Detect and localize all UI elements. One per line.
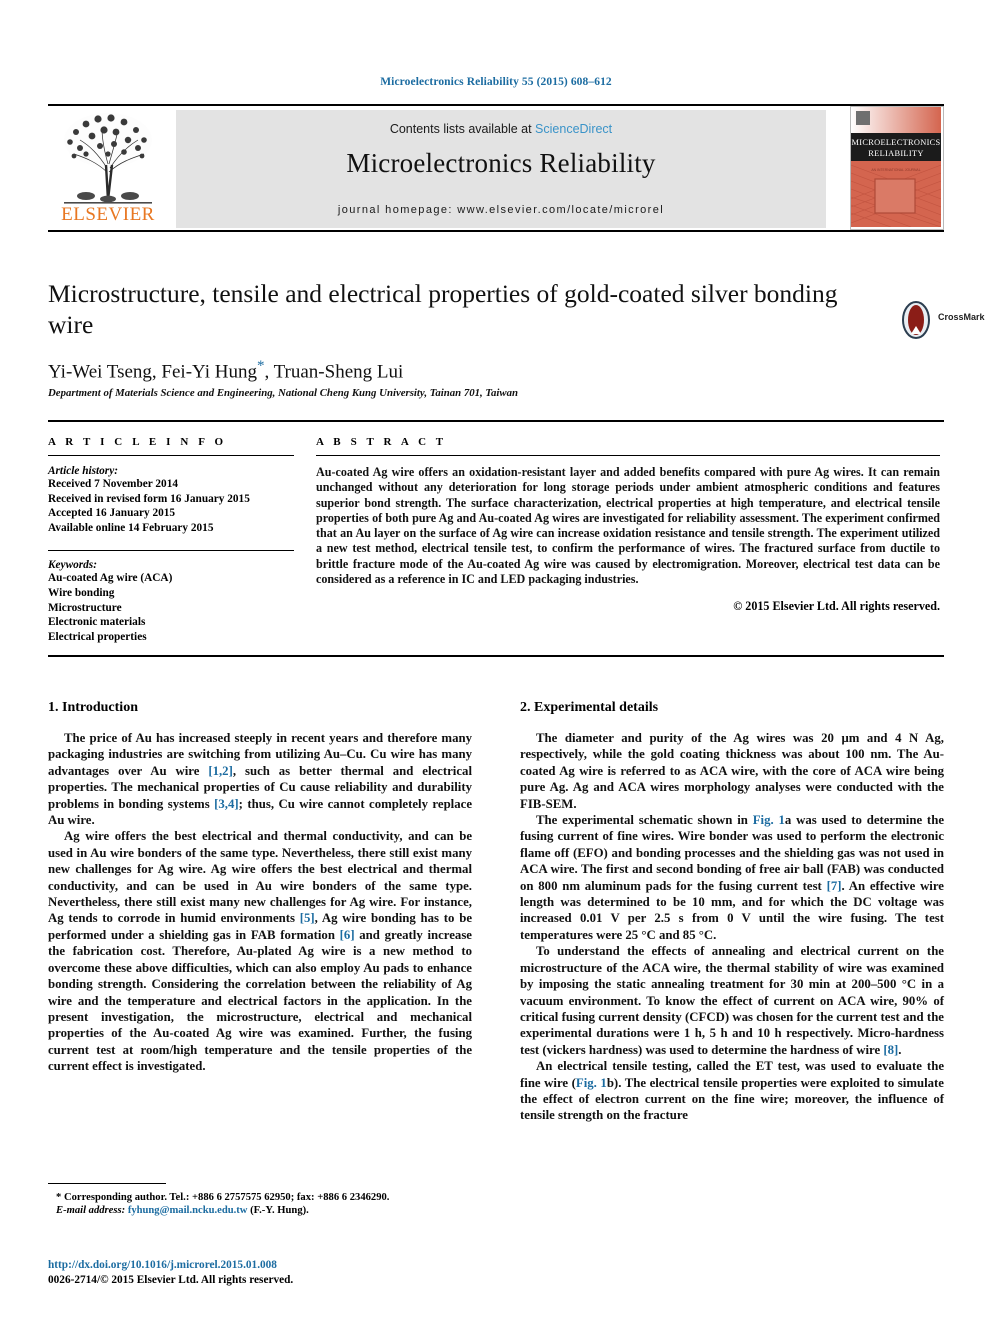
abstract-rule [316,455,940,456]
citation-link[interactable]: Fig. 1 [576,1076,607,1090]
history-item: Accepted 16 January 2015 [48,507,176,520]
article-info-rule [48,455,294,456]
email-address-label: E-mail address: [56,1205,126,1217]
keywords-rule [48,550,294,552]
citation-link[interactable]: Fig. 1 [753,813,785,827]
footnote-contact-line: * Corresponding author. Tel.: +886 6 275… [48,1191,472,1204]
contents-available-line: Contents lists available at ScienceDirec… [176,122,826,136]
crossmark-badge[interactable]: CrossMark [896,300,992,340]
svg-text:RELIABILITY: RELIABILITY [868,149,923,158]
paragraph: The price of Au has increased steeply in… [48,730,472,828]
journal-title: Microelectronics Reliability [346,148,656,178]
infoabs-bottom-rule [48,655,944,657]
masthead-top-rule [48,104,944,106]
article-info-column: A R T I C L E I N F O Article history: R… [48,436,316,644]
introduction-paragraphs: The price of Au has increased steeply in… [48,730,472,1075]
paragraph: The diameter and purity of the Ag wires … [520,730,944,812]
footnote-rule [48,1183,166,1184]
experimental-paragraphs: The diameter and purity of the Ag wires … [520,730,944,1124]
keywords-label: Keywords: [48,559,97,572]
citation-link[interactable]: [5] [300,911,315,925]
section-heading-experimental: 2. Experimental details [520,700,659,715]
elsevier-wordmark: ELSEVIER [61,204,155,225]
paper-page: Microelectronics Reliability 55 (2015) 6… [0,0,992,1323]
footnote-email-line: E-mail address: fyhung@mail.ncku.edu.tw … [48,1204,472,1217]
page-title: Microstructure, tensile and electrical p… [48,279,838,339]
svg-text:MICROELECTRONICS: MICROELECTRONICS [851,138,940,147]
journal-masthead: ELSEVIER Contents lists available at Sci… [48,104,944,232]
elsevier-tree-icon [64,113,152,204]
paragraph: An electrical tensile testing, called th… [520,1058,944,1124]
authors-post: , Truan-Sheng Lui [264,361,404,383]
article-info-heading: A R T I C L E I N F O [48,436,227,448]
doi-issn-block: http://dx.doi.org/10.1016/j.microrel.201… [48,1258,478,1287]
right-column: 2. Experimental details The diameter and… [520,700,944,1124]
keyword-item: Au-coated Ag wire (ACA) [48,572,173,585]
citation-link[interactable]: [1,2] [208,764,233,778]
paragraph-text: The diameter and purity of the Ag wires … [520,731,944,811]
paragraph-text: To understand the effects of annealing a… [520,944,944,1057]
sciencedirect-link[interactable]: ScienceDirect [535,122,612,136]
abstract-heading: A B S T R A C T [316,436,447,448]
infoabs-top-rule [48,420,944,422]
elsevier-logo: ELSEVIER [48,110,168,228]
masthead-bottom-rule [48,230,944,232]
citation-link[interactable]: [7] [827,879,842,893]
body-columns: 1. Introduction The price of Au has incr… [48,700,944,1124]
footnote-contact-text: Corresponding author. Tel.: +886 6 27575… [63,1192,390,1203]
corresponding-author-footnote: * Corresponding author. Tel.: +886 6 275… [48,1183,472,1218]
left-column: 1. Introduction The price of Au has incr… [48,700,472,1124]
abstract-copyright: © 2015 Elsevier Ltd. All rights reserved… [733,599,940,614]
abstract-text: Au-coated Ag wire offers an oxidation-re… [316,465,940,587]
paragraph: Ag wire offers the best electrical and t… [48,828,472,1074]
section-heading-introduction: 1. Introduction [48,700,138,715]
paragraph: The experimental schematic shown in Fig.… [520,812,944,943]
masthead-banner: Contents lists available at ScienceDirec… [176,110,826,228]
paragraph-text: . [898,1042,902,1057]
keyword-item: Electronic materials [48,616,146,629]
title-block: Microstructure, tensile and electrical p… [48,278,848,399]
journal-cover-art: MICROELECTRONICS RELIABILITY AN INTERNAT… [851,107,942,228]
affiliation: Department of Materials Science and Engi… [48,387,519,400]
keyword-item: Microstructure [48,601,122,614]
issn-copyright: 0026-2714/© 2015 Elsevier Ltd. All right… [48,1273,294,1286]
info-abstract-region: A R T I C L E I N F O Article history: R… [48,420,944,644]
crossmark-icon [902,301,930,339]
citation-link[interactable]: [8] [883,1043,898,1057]
crossmark-label: CrossMark [938,312,985,322]
doi-link[interactable]: http://dx.doi.org/10.1016/j.microrel.201… [48,1258,478,1273]
paragraph: To understand the effects of annealing a… [520,943,944,1058]
authors-pre: Yi-Wei Tseng, Fei-Yi Hung [48,361,257,383]
citation-link[interactable]: [6] [340,928,355,942]
article-history-label: Article history: [48,465,118,477]
email-owner: (F.-Y. Hung). [250,1205,309,1217]
keyword-item: Wire bonding [48,586,115,599]
contents-prefix: Contents lists available at [389,122,536,136]
journal-homepage-line[interactable]: journal homepage: www.elsevier.com/locat… [176,204,826,216]
email-link[interactable]: fyhung@mail.ncku.edu.tw [128,1205,248,1216]
abstract-column: A B S T R A C T Au-coated Ag wire offers… [316,436,940,644]
citation-link[interactable]: [3,4] [214,797,239,811]
keyword-item: Electrical properties [48,630,147,643]
running-head: Microelectronics Reliability 55 (2015) 6… [380,76,612,88]
paragraph-text: The experimental schematic shown in [536,813,753,828]
history-item: Received 7 November 2014 [48,478,178,490]
history-item: Available online 14 February 2015 [48,521,214,534]
footnote-star: * [56,1192,62,1203]
svg-text:AN INTERNATIONAL JOURNAL: AN INTERNATIONAL JOURNAL [871,168,920,172]
author-list: Yi-Wei Tseng, Fei-Yi Hung*, Truan-Sheng … [48,358,848,383]
paragraph-text: and greatly increase the fabrication cos… [48,927,472,1074]
history-item: Received in revised form 16 January 2015 [48,492,250,505]
journal-cover-thumbnail: MICROELECTRONICS RELIABILITY AN INTERNAT… [850,106,944,230]
